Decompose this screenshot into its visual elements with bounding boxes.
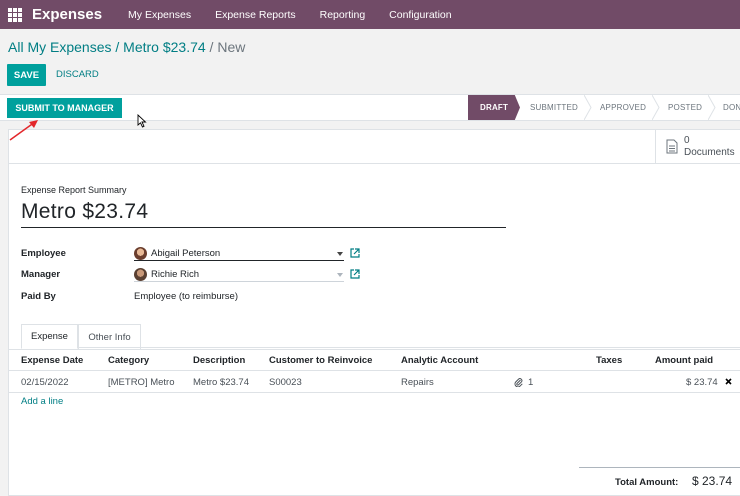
column-header-amount-paid[interactable]: Amount paid: [655, 355, 713, 366]
employee-value: Abigail Peterson: [151, 248, 221, 259]
employee-label: Employee: [21, 248, 66, 259]
manager-value-wrap: Richie Rich: [134, 268, 199, 281]
column-header-customer[interactable]: Customer to Reinvoice: [269, 355, 372, 366]
employee-value-wrap: Abigail Peterson: [134, 247, 220, 260]
add-line-link[interactable]: Add a line: [21, 396, 63, 407]
stage-separator-icon: [708, 95, 716, 120]
menu-reporting[interactable]: Reporting: [308, 9, 378, 21]
summary-label: Expense Report Summary: [21, 185, 127, 195]
cell-attachment-count[interactable]: 1: [528, 377, 533, 388]
documents-button[interactable]: 0 Documents: [655, 130, 735, 163]
column-header-description[interactable]: Description: [193, 355, 245, 366]
menu-my-expenses[interactable]: My Expenses: [116, 9, 203, 21]
cell-amount-paid[interactable]: $ 23.74: [686, 377, 718, 388]
stage-separator-icon: [584, 95, 592, 120]
total-value: $ 23.74: [692, 474, 733, 488]
summary-input[interactable]: Metro $23.74: [21, 200, 506, 228]
stage-posted[interactable]: POSTED: [668, 95, 713, 120]
mouse-cursor-icon: [137, 114, 147, 128]
tab-expense[interactable]: Expense: [21, 324, 78, 349]
manager-label: Manager: [21, 269, 61, 280]
total-label: Total Amount:: [615, 477, 679, 488]
discard-button[interactable]: DISCARD: [56, 69, 99, 80]
document-icon: [666, 139, 678, 154]
delete-row-icon[interactable]: [725, 378, 732, 385]
external-link-icon[interactable]: [350, 248, 360, 258]
breadcrumb-parent[interactable]: All My Expenses: [8, 39, 111, 55]
external-link-icon[interactable]: [350, 269, 360, 279]
paid-by-value: Employee (to reimburse): [134, 291, 239, 302]
notebook-tabs: Expense Other Info: [21, 324, 740, 349]
cell-category[interactable]: [METRO] Metro: [108, 377, 175, 388]
divider: [9, 349, 740, 350]
submit-to-manager-button[interactable]: SUBMIT TO MANAGER: [7, 98, 122, 118]
breadcrumb: All My Expenses / Metro $23.74 / New: [8, 39, 245, 55]
top-navbar: Expenses My Expenses Expense Reports Rep…: [0, 0, 740, 29]
cell-expense-date[interactable]: 02/15/2022: [21, 377, 69, 388]
stage-separator-icon: [652, 95, 660, 120]
column-header-taxes[interactable]: Taxes: [596, 355, 622, 366]
documents-count: 0: [684, 134, 690, 146]
employee-field[interactable]: Abigail Peterson: [134, 247, 344, 261]
manager-value: Richie Rich: [151, 269, 200, 280]
divider: [9, 370, 740, 371]
form-sheet: 0 Documents Expense Report Summary Metro…: [8, 129, 740, 496]
manager-field[interactable]: Richie Rich: [134, 268, 344, 282]
status-bar: SUBMIT TO MANAGER DRAFT SUBMITTED APPROV…: [0, 94, 740, 121]
total-divider: [579, 467, 740, 468]
save-button[interactable]: SAVE: [7, 64, 46, 86]
column-header-category[interactable]: Category: [108, 355, 149, 366]
breadcrumb-record[interactable]: Metro $23.74: [123, 39, 206, 55]
documents-label: Documents: [684, 146, 735, 158]
column-header-expense-date[interactable]: Expense Date: [21, 355, 83, 366]
cell-analytic-account[interactable]: Repairs: [401, 377, 434, 388]
stage-draft: DRAFT: [468, 95, 520, 120]
menu-expense-reports[interactable]: Expense Reports: [203, 9, 308, 21]
menu-configuration[interactable]: Configuration: [377, 9, 463, 21]
chevron-down-icon[interactable]: [337, 273, 343, 277]
button-box: 0 Documents: [9, 130, 740, 164]
paperclip-icon[interactable]: [514, 377, 523, 387]
avatar: [134, 247, 147, 260]
divider: [9, 392, 740, 393]
stage-submitted[interactable]: SUBMITTED: [530, 95, 590, 120]
breadcrumb-separator: /: [115, 39, 120, 55]
chevron-down-icon[interactable]: [337, 252, 343, 256]
column-header-analytic-account[interactable]: Analytic Account: [401, 355, 478, 366]
breadcrumb-separator: /: [209, 39, 214, 55]
stage-done[interactable]: DONE: [723, 95, 740, 120]
cell-customer[interactable]: S00023: [269, 377, 302, 388]
paid-by-label: Paid By: [21, 291, 56, 302]
annotation-arrow-icon: [9, 120, 38, 141]
apps-menu-icon[interactable]: [8, 7, 22, 22]
avatar: [134, 268, 147, 281]
stage-approved[interactable]: APPROVED: [600, 95, 655, 120]
cell-description[interactable]: Metro $23.74: [193, 377, 249, 388]
breadcrumb-current: New: [217, 39, 246, 55]
app-name[interactable]: Expenses: [32, 6, 102, 23]
tab-other-info[interactable]: Other Info: [78, 324, 141, 349]
